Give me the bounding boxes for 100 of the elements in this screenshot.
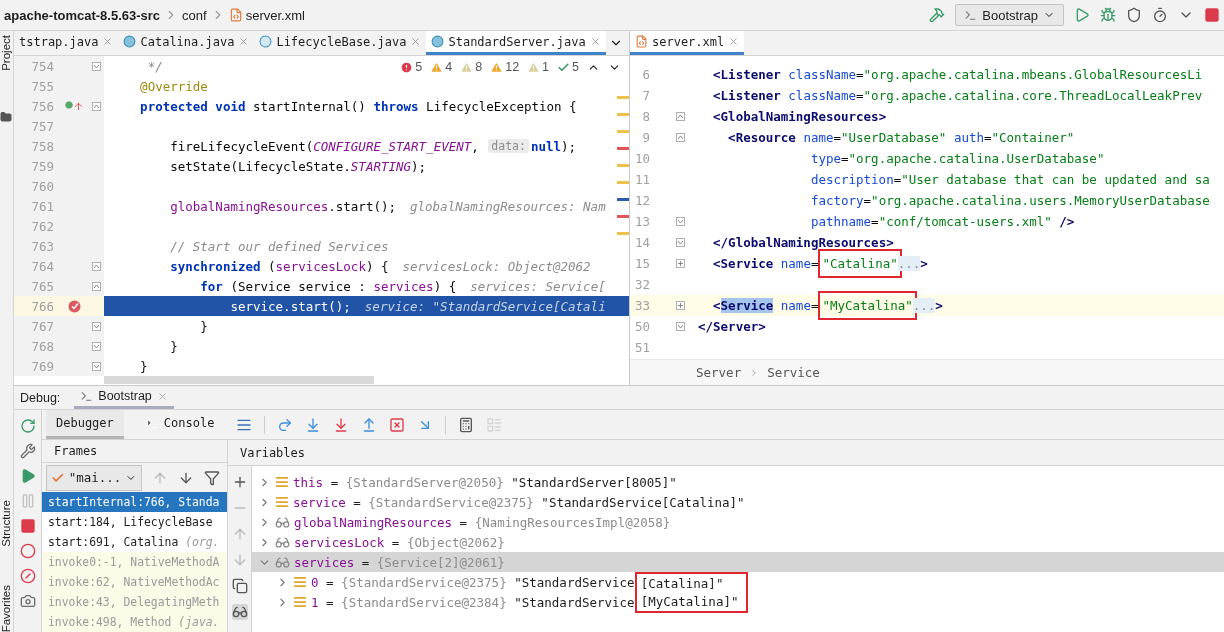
xml-attribute: auth xyxy=(953,130,984,145)
code-text: = xyxy=(810,256,819,271)
code-keyword: null xyxy=(530,138,562,154)
code-constant: CONFIGURE_START_EVENT xyxy=(313,138,472,154)
breadcrumb-item[interactable]: Server xyxy=(696,365,742,380)
debugger-tab[interactable]: Debugger xyxy=(46,410,124,439)
xml-tag: <Listener xyxy=(713,88,781,103)
code-text: = xyxy=(871,214,879,229)
line-number: 14 xyxy=(633,235,651,250)
xml-value: "org.apache.catalina.users.MemoryUserDatabase xyxy=(871,193,1210,208)
inspection-count[interactable]: 4 xyxy=(430,60,453,74)
parameter-hint: data: xyxy=(488,139,529,153)
run-config-dropdown[interactable]: Bootstrap xyxy=(955,4,1064,26)
variable-text: 0 = {StandardService@2375} "StandardService xyxy=(311,574,635,590)
code-keyword: throws xyxy=(373,98,419,114)
thread-dropdown[interactable]: "mai... xyxy=(46,464,142,491)
code-text: (Service service : xyxy=(230,278,367,294)
xml-tag: <GlobalNamingResources> xyxy=(713,109,887,124)
xml-tag: <Listener xyxy=(713,67,781,82)
line-number: 766 xyxy=(30,298,55,314)
editor-tab[interactable]: LifecycleBase.java xyxy=(254,31,427,55)
variable-text: service = {StandardService@2375} "StandardService[Catalina]" xyxy=(293,494,745,510)
line-number: 8 xyxy=(641,109,651,124)
code-text: ( xyxy=(268,258,276,274)
code-text: = xyxy=(833,130,841,145)
code-text: = xyxy=(841,151,849,166)
code-text: startInternal() xyxy=(253,98,367,114)
highlight-box: [Catalina]" xyxy=(634,571,748,593)
tool-window-tab[interactable]: Project xyxy=(0,35,13,71)
code-text: = xyxy=(856,67,864,82)
editor-tab[interactable]: StandardServer.java xyxy=(426,31,606,55)
inspection-count[interactable]: 5 xyxy=(400,60,423,74)
line-number: 7 xyxy=(641,88,651,103)
code-text: } xyxy=(140,358,148,374)
xml-value: "MyCatalina" xyxy=(822,298,913,313)
breadcrumb-item[interactable]: server.xml xyxy=(228,7,305,23)
code-field: servicesLock xyxy=(275,258,366,274)
xml-tag: </GlobalNamingResources> xyxy=(713,235,894,250)
inline-value-hint: service: "StandardService[Catali xyxy=(364,298,606,314)
code-constant: STARTING xyxy=(350,158,412,174)
variable-row[interactable]: 1 = {StandardService@2384} "StandardService [MyCatalina]" xyxy=(252,592,1224,612)
line-number: 10 xyxy=(633,151,651,166)
code-field: globalNamingResources xyxy=(170,198,329,214)
xml-tag: > xyxy=(920,256,928,271)
xml-value: "UserDatabase" xyxy=(841,130,947,145)
line-number: 768 xyxy=(30,338,55,354)
xml-tag: </Server> xyxy=(698,319,766,334)
line-number: 765 xyxy=(30,278,55,294)
code-text: service.start(); xyxy=(230,298,351,314)
editor-tab[interactable]: tstrap.java xyxy=(14,31,119,55)
tool-window-tab[interactable]: Favorites xyxy=(0,584,13,632)
tool-window-tab[interactable]: Structure xyxy=(0,500,13,547)
variable-row[interactable]: this = {StandardServer@2050} "StandardServer[8005]" xyxy=(252,472,1224,492)
breadcrumb-item[interactable]: Service xyxy=(767,365,820,380)
line-number: 760 xyxy=(30,178,55,194)
line-number: 758 xyxy=(30,138,55,154)
highlight-box: [MyCatalina]" xyxy=(634,591,748,613)
folded-text: ... xyxy=(897,256,921,271)
line-number: 767 xyxy=(30,318,55,334)
xml-attribute: name xyxy=(803,130,834,145)
folded-text: ... xyxy=(912,298,936,313)
xml-value: "User database that can be updated and sa xyxy=(901,172,1210,187)
breadcrumb-item[interactable]: conf xyxy=(182,7,207,23)
xml-attribute: description xyxy=(810,172,894,187)
xml-attribute: className xyxy=(788,67,857,82)
inspection-count[interactable]: 12 xyxy=(490,60,520,74)
inspection-count[interactable]: 5 xyxy=(557,60,579,74)
code-keyword: synchronized xyxy=(170,258,261,274)
xml-value: "org.apache.catalina.UserDatabase" xyxy=(848,151,1105,166)
line-number: 51 xyxy=(633,340,651,355)
editor-tab[interactable]: server.xml xyxy=(630,31,745,55)
variable-row[interactable]: services = {Service[2]@2061} xyxy=(252,552,1224,572)
xml-value: "org.apache.catalina.core.ThreadLocalLeakPrev xyxy=(863,88,1203,103)
inspection-count[interactable]: 8 xyxy=(460,60,483,74)
code-text: ) { xyxy=(433,278,457,294)
line-number: 11 xyxy=(633,172,651,187)
code-keyword: for xyxy=(200,278,223,294)
variable-row[interactable]: service = {StandardService@2375} "StandardService[Catalina]" xyxy=(252,492,1224,512)
xml-attribute: className xyxy=(788,88,857,103)
variable-row[interactable]: globalNamingResources = {NamingResourcesImpl@2058} xyxy=(252,512,1224,532)
editor-tab[interactable]: Catalina.java xyxy=(118,31,255,55)
breadcrumb-item[interactable]: apache-tomcat-8.5.63-src xyxy=(4,7,161,23)
code-field: services xyxy=(373,278,434,294)
line-number: 754 xyxy=(30,58,55,74)
code-annotation: @Override xyxy=(140,78,208,94)
line-number: 12 xyxy=(633,193,651,208)
xml-value: "Catalina" xyxy=(822,256,898,271)
variable-row[interactable]: 0 = {StandardService@2375} "StandardService [Catalina]" xyxy=(252,572,1224,592)
xml-attribute: name xyxy=(780,256,811,271)
variable-row[interactable]: servicesLock = {Object@2062} xyxy=(252,532,1224,552)
line-number: 756 xyxy=(30,98,55,114)
inspection-count[interactable]: 1 xyxy=(527,60,550,74)
code-text: ); xyxy=(411,158,427,174)
code-text: = xyxy=(984,130,992,145)
code-text: ) { xyxy=(365,258,389,274)
stack-frame[interactable]: startInternal:766, Standa xyxy=(42,492,227,512)
debugger-tab[interactable]: Console xyxy=(135,410,225,439)
xml-attribute: factory xyxy=(810,193,864,208)
code-text: LifecycleException { xyxy=(426,98,577,114)
xml-attribute: pathname xyxy=(810,214,872,229)
